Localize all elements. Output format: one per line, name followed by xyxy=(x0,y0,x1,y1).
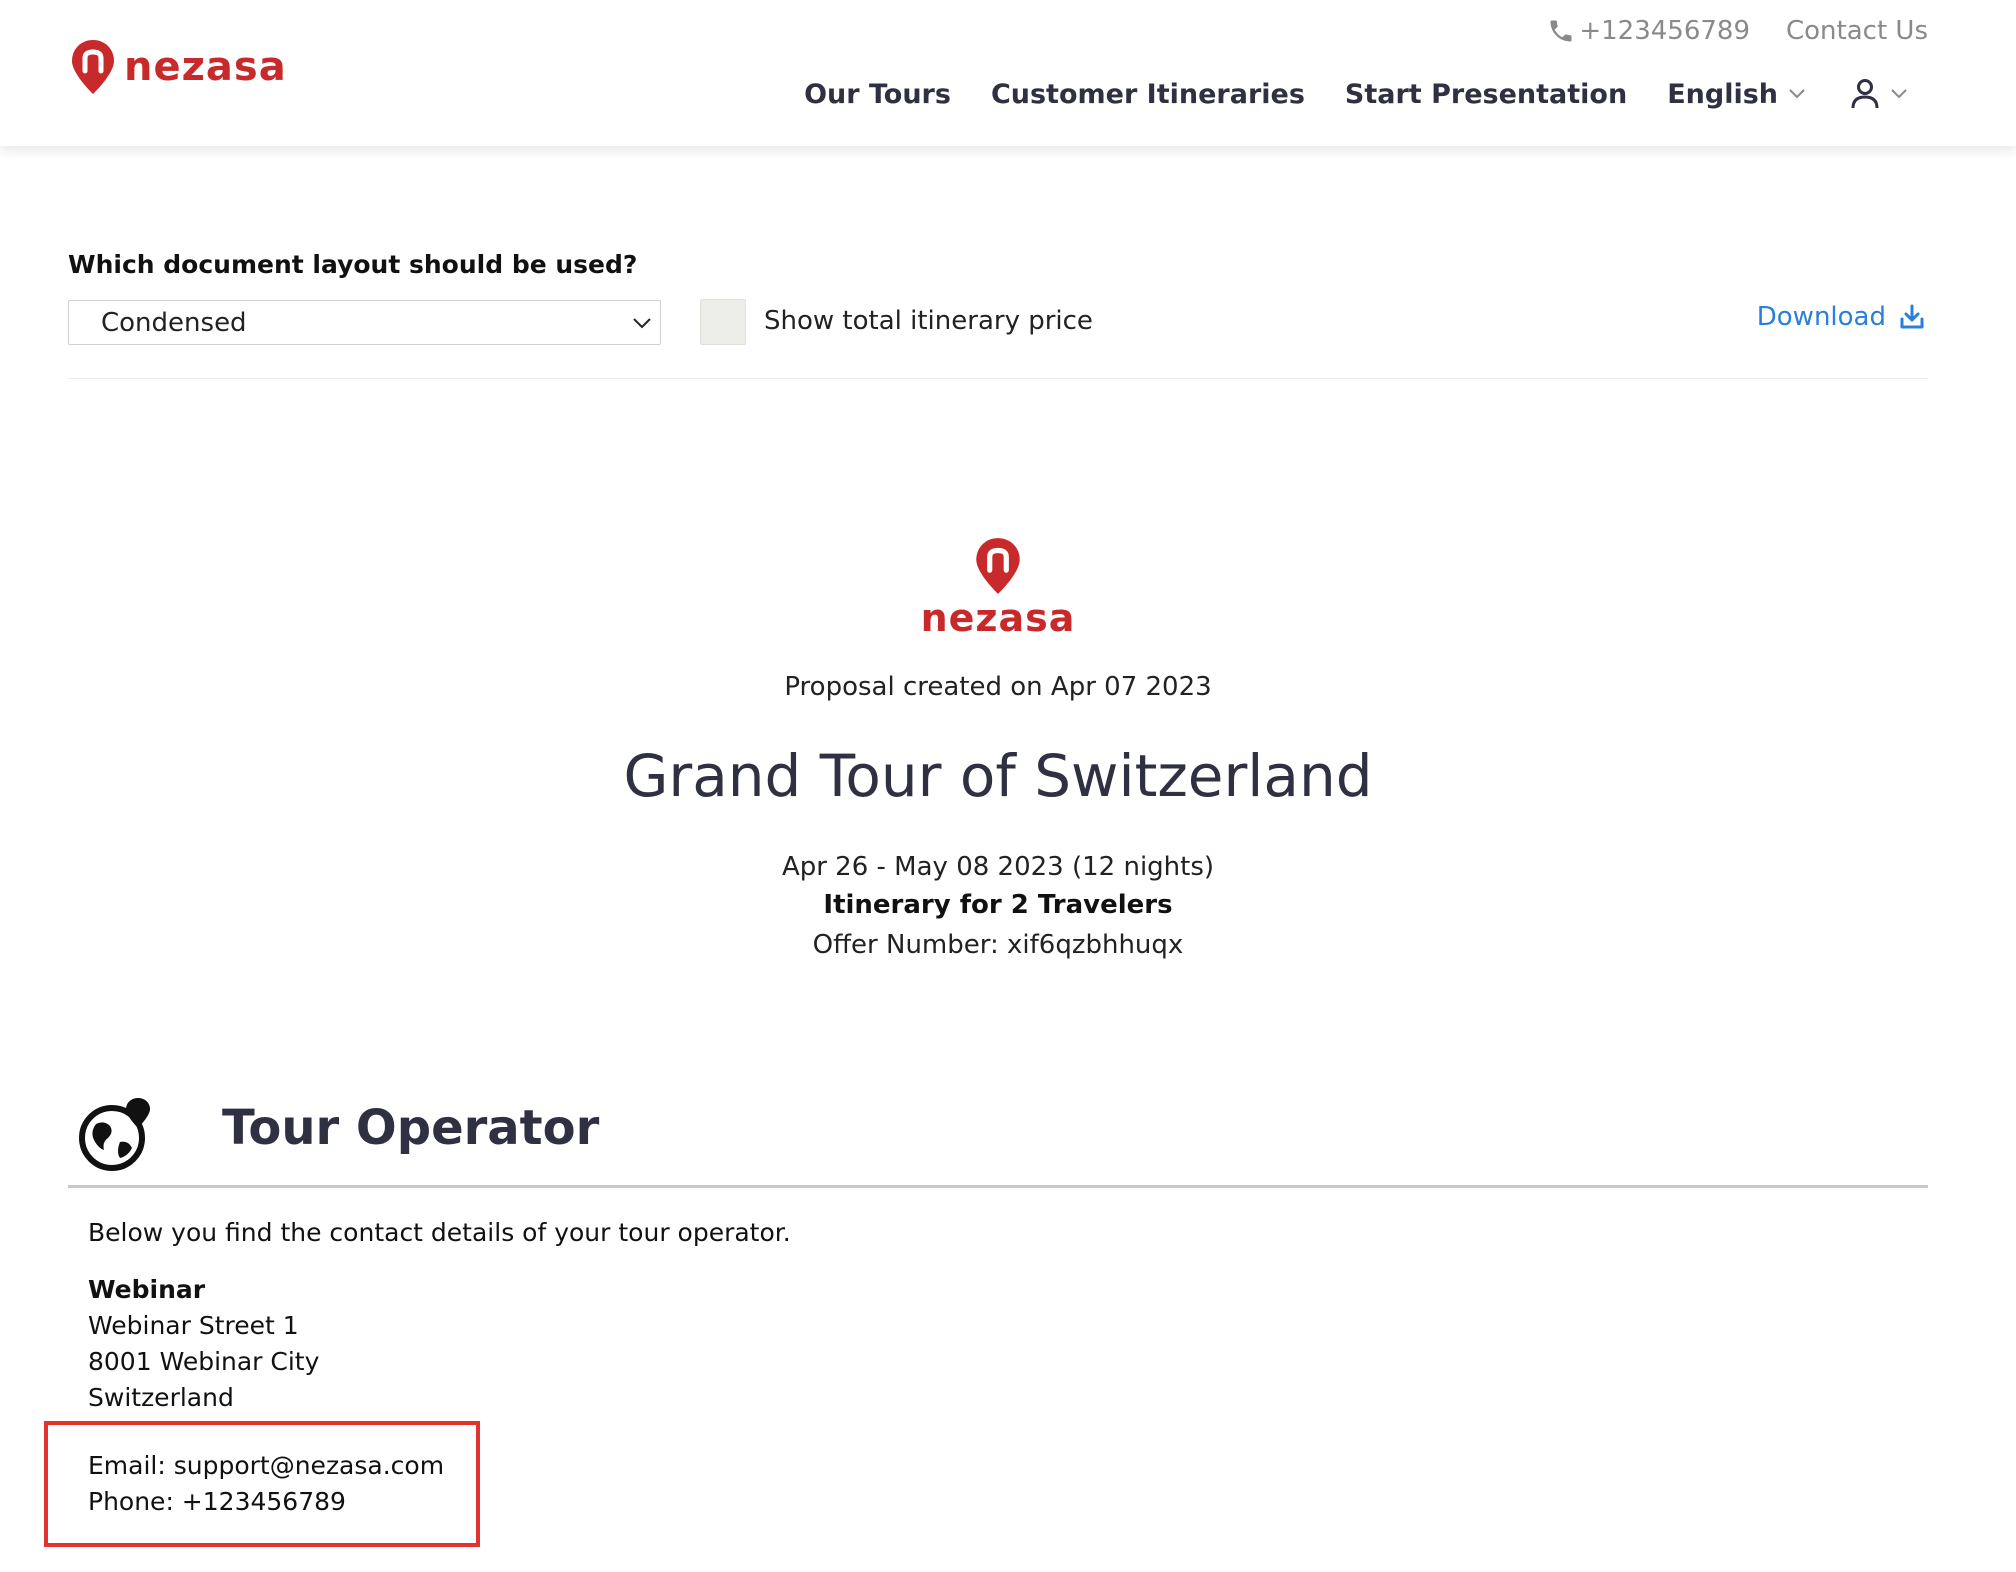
brand-wordmark: nezasa xyxy=(124,44,287,90)
tour-operator-intro: Below you find the contact details of yo… xyxy=(88,1218,791,1247)
top-contact-bar: +123456789 Contact Us xyxy=(1547,16,1928,46)
download-label: Download xyxy=(1756,302,1886,332)
operator-address: Webinar Webinar Street 1 8001 Webinar Ci… xyxy=(88,1272,319,1416)
tour-title: Grand Tour of Switzerland xyxy=(623,742,1373,810)
operator-email[interactable]: Email: support@nezasa.com xyxy=(88,1448,444,1484)
options-divider xyxy=(68,378,1928,379)
operator-name: Webinar xyxy=(88,1275,206,1304)
traveler-count: Itinerary for 2 Travelers xyxy=(823,890,1173,920)
header-phone[interactable]: +123456789 xyxy=(1547,16,1750,46)
nav-our-tours[interactable]: Our Tours xyxy=(804,79,951,110)
nav-start-presentation[interactable]: Start Presentation xyxy=(1345,79,1627,110)
offer-number: Offer Number: xif6qzbhhuqx xyxy=(812,930,1184,960)
user-icon xyxy=(1851,79,1879,109)
map-pin-logo-icon xyxy=(976,538,1020,594)
operator-phone[interactable]: Phone: +123456789 xyxy=(88,1484,444,1520)
header: nezasa +123456789 Contact Us Our Tours C… xyxy=(0,0,2016,146)
layout-select[interactable]: Condensed xyxy=(68,300,661,345)
user-menu[interactable] xyxy=(1850,78,1908,110)
show-price-checkbox[interactable] xyxy=(700,299,746,345)
tour-dates: Apr 26 - May 08 2023 (12 nights) xyxy=(781,852,1215,882)
operator-city: 8001 Webinar City xyxy=(88,1347,320,1376)
layout-question: Which document layout should be used? xyxy=(68,250,638,279)
section-underline xyxy=(68,1185,1928,1188)
download-icon xyxy=(1900,304,1924,329)
download-button[interactable]: Download xyxy=(1757,302,1926,332)
layout-select-value: Condensed xyxy=(101,307,247,338)
proposal-wordmark: nezasa xyxy=(920,596,1076,640)
contact-us-link[interactable]: Contact Us xyxy=(1786,16,1928,46)
language-label: English xyxy=(1667,78,1778,110)
proposal-created-date: Proposal created on Apr 07 2023 xyxy=(784,672,1212,702)
chevron-down-icon xyxy=(1891,89,1907,99)
operator-contact: Email: support@nezasa.com Phone: +123456… xyxy=(88,1448,444,1520)
show-price-label: Show total itinerary price xyxy=(764,306,1093,336)
globe-pin-icon xyxy=(79,1098,150,1171)
main-nav: Our Tours Customer Itineraries Start Pre… xyxy=(804,78,1908,110)
operator-country: Switzerland xyxy=(88,1383,234,1412)
chevron-down-icon xyxy=(1789,89,1805,99)
header-phone-number: +123456789 xyxy=(1579,16,1750,46)
proposal-logo: nezasa xyxy=(0,536,1996,640)
operator-street: Webinar Street 1 xyxy=(88,1311,299,1340)
brand-logo[interactable]: nezasa xyxy=(70,38,287,96)
tour-operator-heading: Tour Operator xyxy=(222,1100,600,1156)
language-dropdown[interactable]: English xyxy=(1667,79,1806,110)
chevron-down-icon xyxy=(633,317,651,328)
nav-customer-itineraries[interactable]: Customer Itineraries xyxy=(991,79,1305,110)
map-pin-logo-icon xyxy=(72,40,114,94)
phone-icon xyxy=(1550,20,1572,42)
